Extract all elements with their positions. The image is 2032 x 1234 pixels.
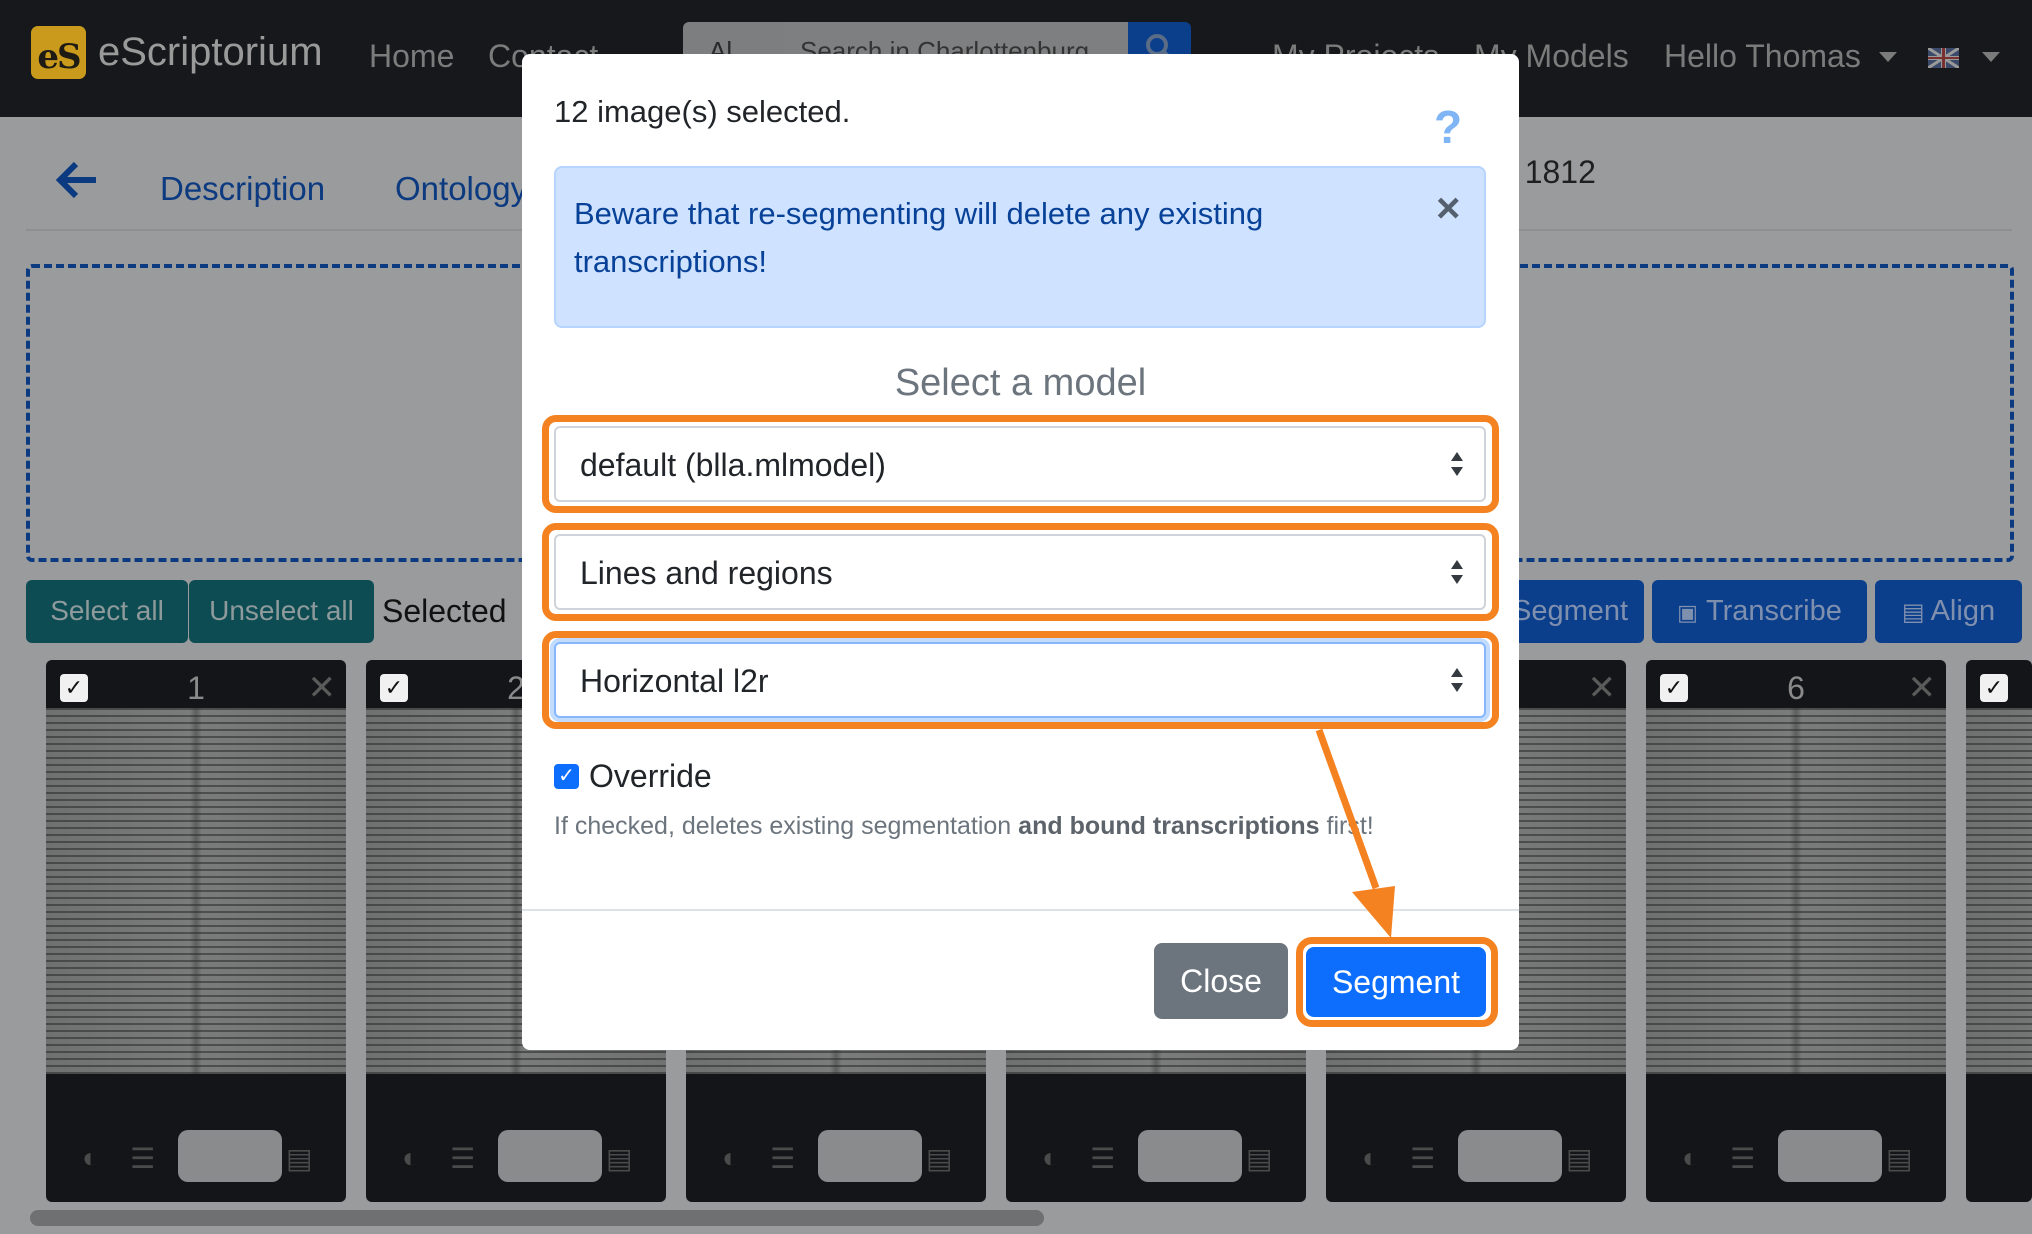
model-select-value: default (blla.mlmodel): [580, 447, 886, 483]
select-arrows-icon: [1451, 560, 1463, 584]
lines-icon[interactable]: ☰: [770, 1142, 795, 1175]
modal-title: 12 image(s) selected.: [554, 94, 851, 129]
help-text-end: first!: [1319, 812, 1374, 840]
selected-count-label: Selected: [382, 593, 507, 629]
select-all-button[interactable]: Select all: [26, 580, 188, 643]
file-icon[interactable]: ▤: [926, 1142, 952, 1175]
help-text-start: If checked, deletes existing segmentatio…: [554, 812, 1019, 840]
status-pill: [498, 1130, 602, 1182]
language-flag-icon[interactable]: [1927, 46, 1960, 70]
unselect-all-button[interactable]: Unselect all: [189, 580, 374, 643]
page-image: [1966, 708, 2032, 1074]
tab-ontology[interactable]: Ontology: [395, 170, 527, 208]
nav-home-link[interactable]: Home: [369, 38, 454, 75]
contrast-icon[interactable]: ◐: [82, 1142, 99, 1174]
close-icon[interactable]: ×: [1436, 184, 1461, 232]
align-toolbar-button[interactable]: ▤ Align: [1875, 580, 2022, 643]
thumbnail-number: 1: [187, 670, 205, 706]
thumbnail-checkbox[interactable]: ✓: [1980, 674, 2008, 702]
text-direction-select-value: Horizontal l2r: [580, 663, 769, 699]
lines-icon[interactable]: ☰: [1090, 1142, 1115, 1175]
file-icon[interactable]: ▤: [606, 1142, 632, 1175]
transcribe-label: Transcribe: [1705, 595, 1842, 627]
delete-icon[interactable]: ✕: [1588, 668, 1617, 708]
select-arrows-icon: [1451, 668, 1463, 692]
status-pill: [178, 1130, 282, 1182]
override-label: Override: [589, 758, 712, 794]
brand[interactable]: eS eScriptorium: [31, 26, 323, 79]
back-arrow-icon[interactable]: [54, 160, 100, 205]
file-icon[interactable]: ▤: [1886, 1142, 1912, 1175]
alert-message: Beware that re-segmenting will delete an…: [574, 196, 1264, 279]
status-pill: [1778, 1130, 1882, 1182]
lines-icon[interactable]: ☰: [1410, 1142, 1435, 1175]
language-caret-icon: [1982, 52, 2000, 62]
override-help-text: If checked, deletes existing segmentatio…: [554, 812, 1374, 841]
steps-select[interactable]: Lines and regions: [554, 534, 1486, 610]
status-pill: [818, 1130, 922, 1182]
thumbnail-card[interactable]: ✓: [1966, 660, 2032, 1202]
lines-icon[interactable]: ☰: [130, 1142, 155, 1175]
segment-button[interactable]: Segment: [1306, 947, 1486, 1017]
delete-icon[interactable]: ✕: [1908, 668, 1937, 708]
thumbnail-number: 6: [1787, 670, 1805, 706]
select-model-heading: Select a model: [894, 362, 1147, 404]
steps-select-value: Lines and regions: [580, 555, 833, 591]
document-icon: ▤: [1901, 599, 1925, 626]
user-menu[interactable]: Hello Thomas: [1664, 38, 1861, 75]
lines-icon[interactable]: ☰: [1730, 1142, 1755, 1175]
text-direction-select[interactable]: Horizontal l2r: [554, 642, 1486, 718]
file-icon[interactable]: ▤: [1246, 1142, 1272, 1175]
help-icon[interactable]: ?: [1434, 100, 1462, 154]
thumbnail-card[interactable]: ✓ 6 ✕ ◐ ☰ ▤: [1646, 660, 1946, 1202]
horizontal-scrollbar[interactable]: [30, 1210, 1044, 1226]
contrast-icon[interactable]: ◐: [1362, 1142, 1379, 1174]
contrast-icon[interactable]: ◐: [1682, 1142, 1699, 1174]
file-icon[interactable]: ▤: [286, 1142, 312, 1175]
contrast-icon[interactable]: ◐: [1042, 1142, 1059, 1174]
override-option[interactable]: ✓ Override: [554, 758, 712, 795]
select-arrows-icon: [1451, 452, 1463, 476]
modal-footer-divider: [522, 909, 1519, 911]
user-menu-caret-icon: [1879, 52, 1897, 62]
thumbnail-card[interactable]: ✓ 1 ✕ ◐ ☰ ▤: [46, 660, 346, 1202]
transcribe-toolbar-button[interactable]: ▣ Transcribe: [1652, 580, 1867, 643]
segment-modal: 12 image(s) selected. ? Beware that re-s…: [522, 54, 1519, 1050]
model-select[interactable]: default (blla.mlmodel): [554, 426, 1486, 502]
warning-alert: Beware that re-segmenting will delete an…: [554, 166, 1486, 328]
contrast-icon[interactable]: ◐: [722, 1142, 739, 1174]
page-image: [1646, 708, 1946, 1074]
tab-description[interactable]: Description: [160, 170, 325, 208]
file-icon[interactable]: ▤: [1566, 1142, 1592, 1175]
segment-toolbar-button[interactable]: Segment: [1500, 580, 1644, 643]
page-image: [46, 708, 346, 1074]
lines-icon[interactable]: ☰: [450, 1142, 475, 1175]
brand-logo: eS: [31, 26, 86, 79]
delete-icon[interactable]: ✕: [308, 668, 337, 708]
override-checkbox[interactable]: ✓: [554, 764, 579, 789]
help-text-bold: and bound transcriptions: [1018, 812, 1320, 840]
status-pill: [1458, 1130, 1562, 1182]
close-button[interactable]: Close: [1154, 943, 1288, 1019]
translate-icon: ▣: [1677, 600, 1698, 625]
contrast-icon[interactable]: ◐: [402, 1142, 419, 1174]
align-label: Align: [1930, 595, 1996, 627]
status-pill: [1138, 1130, 1242, 1182]
brand-name: eScriptorium: [98, 30, 323, 74]
